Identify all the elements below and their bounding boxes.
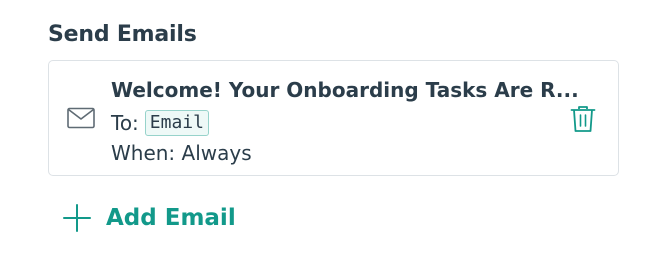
add-email-label: Add Email: [106, 205, 236, 231]
to-label: To:: [111, 111, 139, 135]
recipient-chip: Email: [144, 110, 209, 136]
section-title: Send Emails: [48, 22, 197, 47]
trash-icon[interactable]: [570, 105, 596, 133]
email-title: Welcome! Your Onboarding Tasks Are R...: [111, 78, 579, 102]
email-condition: When: Always: [111, 141, 252, 165]
add-email-button[interactable]: Add Email: [63, 200, 236, 236]
plus-icon: [63, 204, 91, 232]
mail-icon: [67, 107, 95, 129]
email-recipient: To: Email: [111, 110, 209, 136]
email-card: Welcome! Your Onboarding Tasks Are R... …: [48, 60, 619, 176]
